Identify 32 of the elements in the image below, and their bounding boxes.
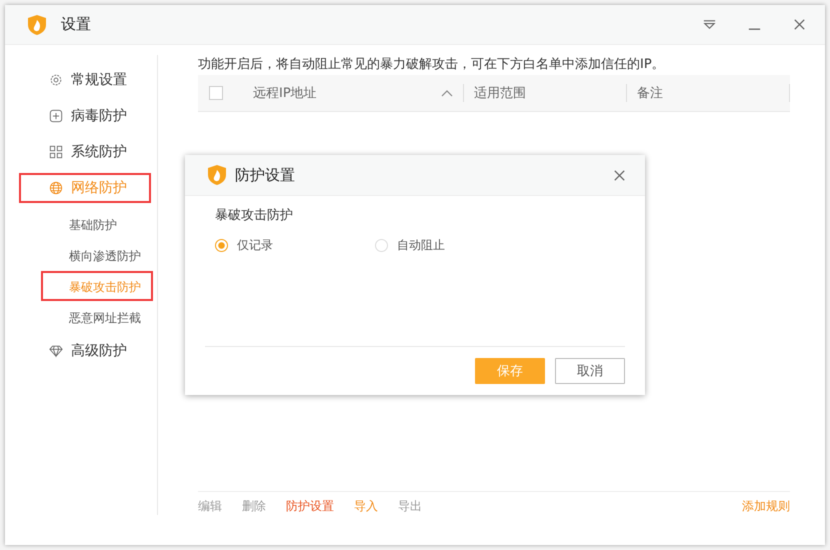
section-label: 暴破攻击防护 bbox=[215, 207, 294, 224]
action-link[interactable]: 防护设置 bbox=[286, 498, 334, 515]
dropdown-icon[interactable] bbox=[702, 17, 717, 32]
sidebar-item[interactable]: 系统防护 bbox=[19, 137, 151, 167]
sidebar-subitem[interactable]: 恶意网址拦截 bbox=[41, 302, 153, 332]
sidebar-subitem[interactable]: 横向渗透防护 bbox=[41, 240, 153, 270]
grid-icon bbox=[49, 145, 63, 159]
shield-logo bbox=[27, 14, 47, 36]
sidebar-item[interactable]: 常规设置 bbox=[19, 65, 151, 95]
shield-logo bbox=[207, 164, 227, 186]
cancel-button[interactable]: 取消 bbox=[555, 358, 625, 384]
dialog-title: 防护设置 bbox=[235, 166, 295, 184]
sidebar-subitem[interactable]: 基础防护 bbox=[41, 209, 153, 239]
option-label[interactable]: 仅记录 bbox=[237, 237, 273, 254]
select-all-checkbox[interactable] bbox=[209, 86, 223, 100]
column-header[interactable]: 适用范围 bbox=[464, 84, 627, 102]
globe-icon bbox=[49, 181, 63, 195]
column-header[interactable]: 远程IP地址 bbox=[243, 84, 464, 102]
diamond-icon bbox=[49, 344, 63, 358]
window-title: 设置 bbox=[61, 15, 91, 34]
description-text: 功能开启后，将自动阻止常见的暴力破解攻击，可在下方白名单中添加信任的IP。 bbox=[198, 56, 666, 74]
close-icon[interactable] bbox=[792, 17, 807, 32]
radio-button[interactable] bbox=[215, 239, 228, 252]
sidebar-item[interactable]: 病毒防护 bbox=[19, 101, 151, 131]
radio-button[interactable] bbox=[375, 239, 388, 252]
gear-icon bbox=[49, 73, 63, 87]
column-header[interactable]: 备注 bbox=[627, 84, 790, 102]
sort-icon[interactable] bbox=[441, 89, 453, 97]
sidebar-item[interactable]: 高级防护 bbox=[19, 336, 151, 366]
plus-icon bbox=[49, 109, 63, 123]
option-label[interactable]: 自动阻止 bbox=[397, 237, 445, 254]
close-icon[interactable] bbox=[612, 168, 627, 182]
